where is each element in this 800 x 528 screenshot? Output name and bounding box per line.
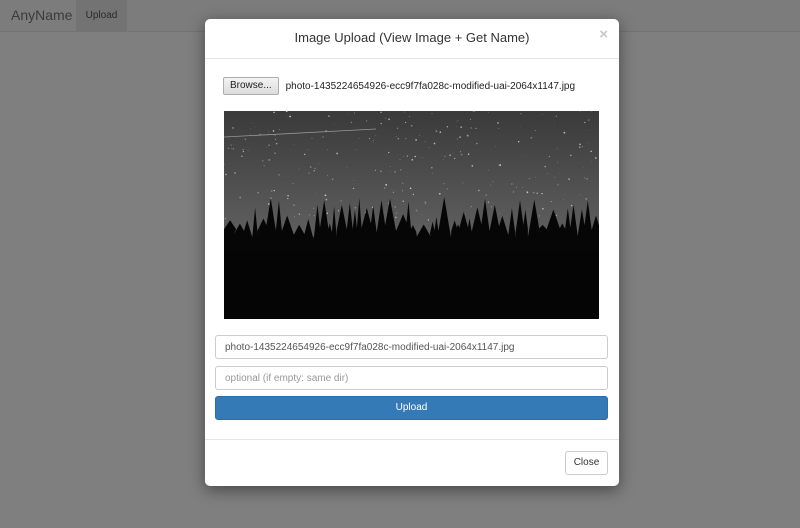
- browse-button[interactable]: Browse...: [223, 77, 279, 96]
- close-icon[interactable]: ×: [599, 26, 608, 43]
- target-dir-input[interactable]: [215, 366, 608, 390]
- file-name-input[interactable]: [215, 335, 608, 359]
- image-upload-modal: Image Upload (View Image + Get Name) × B…: [205, 19, 619, 486]
- close-button[interactable]: Close: [565, 451, 608, 475]
- file-picker: Browse... photo-1435224654926-ecc9f7fa02…: [223, 77, 576, 96]
- upload-button[interactable]: Upload: [215, 396, 608, 420]
- modal-footer: Close: [205, 439, 619, 486]
- image-preview: [224, 111, 599, 319]
- night-sky-image: [224, 111, 599, 319]
- selected-file-name: photo-1435224654926-ecc9f7fa028c-modifie…: [285, 80, 576, 92]
- modal-title: Image Upload (View Image + Get Name): [294, 30, 530, 45]
- modal-header: Image Upload (View Image + Get Name) ×: [205, 19, 619, 59]
